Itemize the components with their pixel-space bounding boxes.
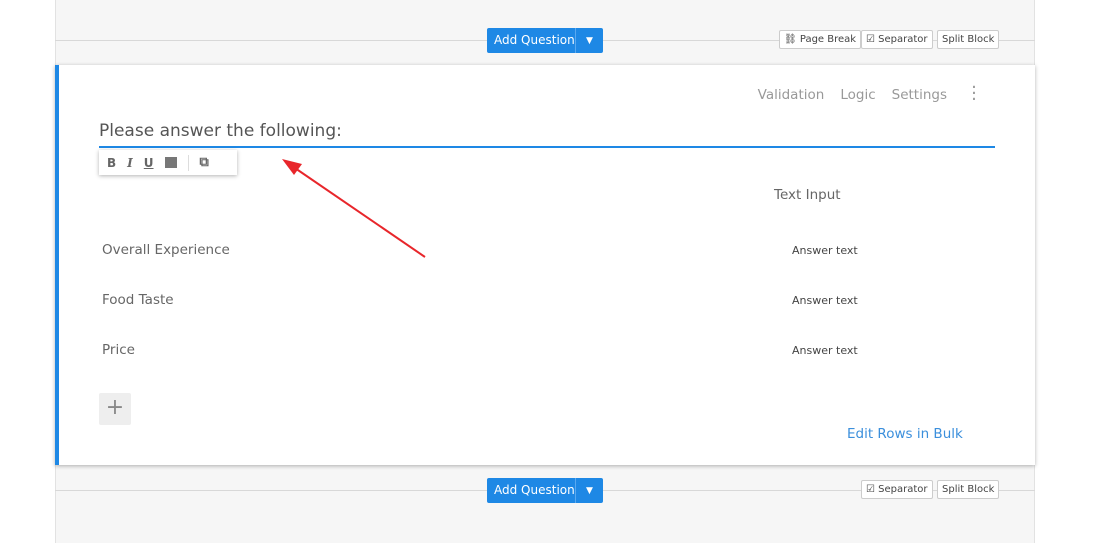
- checkbox-icon: ☑: [866, 484, 879, 495]
- separator-button[interactable]: ☑ Separator: [861, 480, 933, 499]
- chevron-down-icon[interactable]: ▼: [575, 478, 603, 503]
- add-question-button[interactable]: Add Question ▼: [487, 478, 603, 503]
- separator-label: Separator: [878, 484, 928, 495]
- annotation-arrow: [282, 159, 426, 258]
- split-block-button[interactable]: Split Block: [937, 480, 1000, 499]
- add-question-label[interactable]: Add Question: [487, 478, 575, 503]
